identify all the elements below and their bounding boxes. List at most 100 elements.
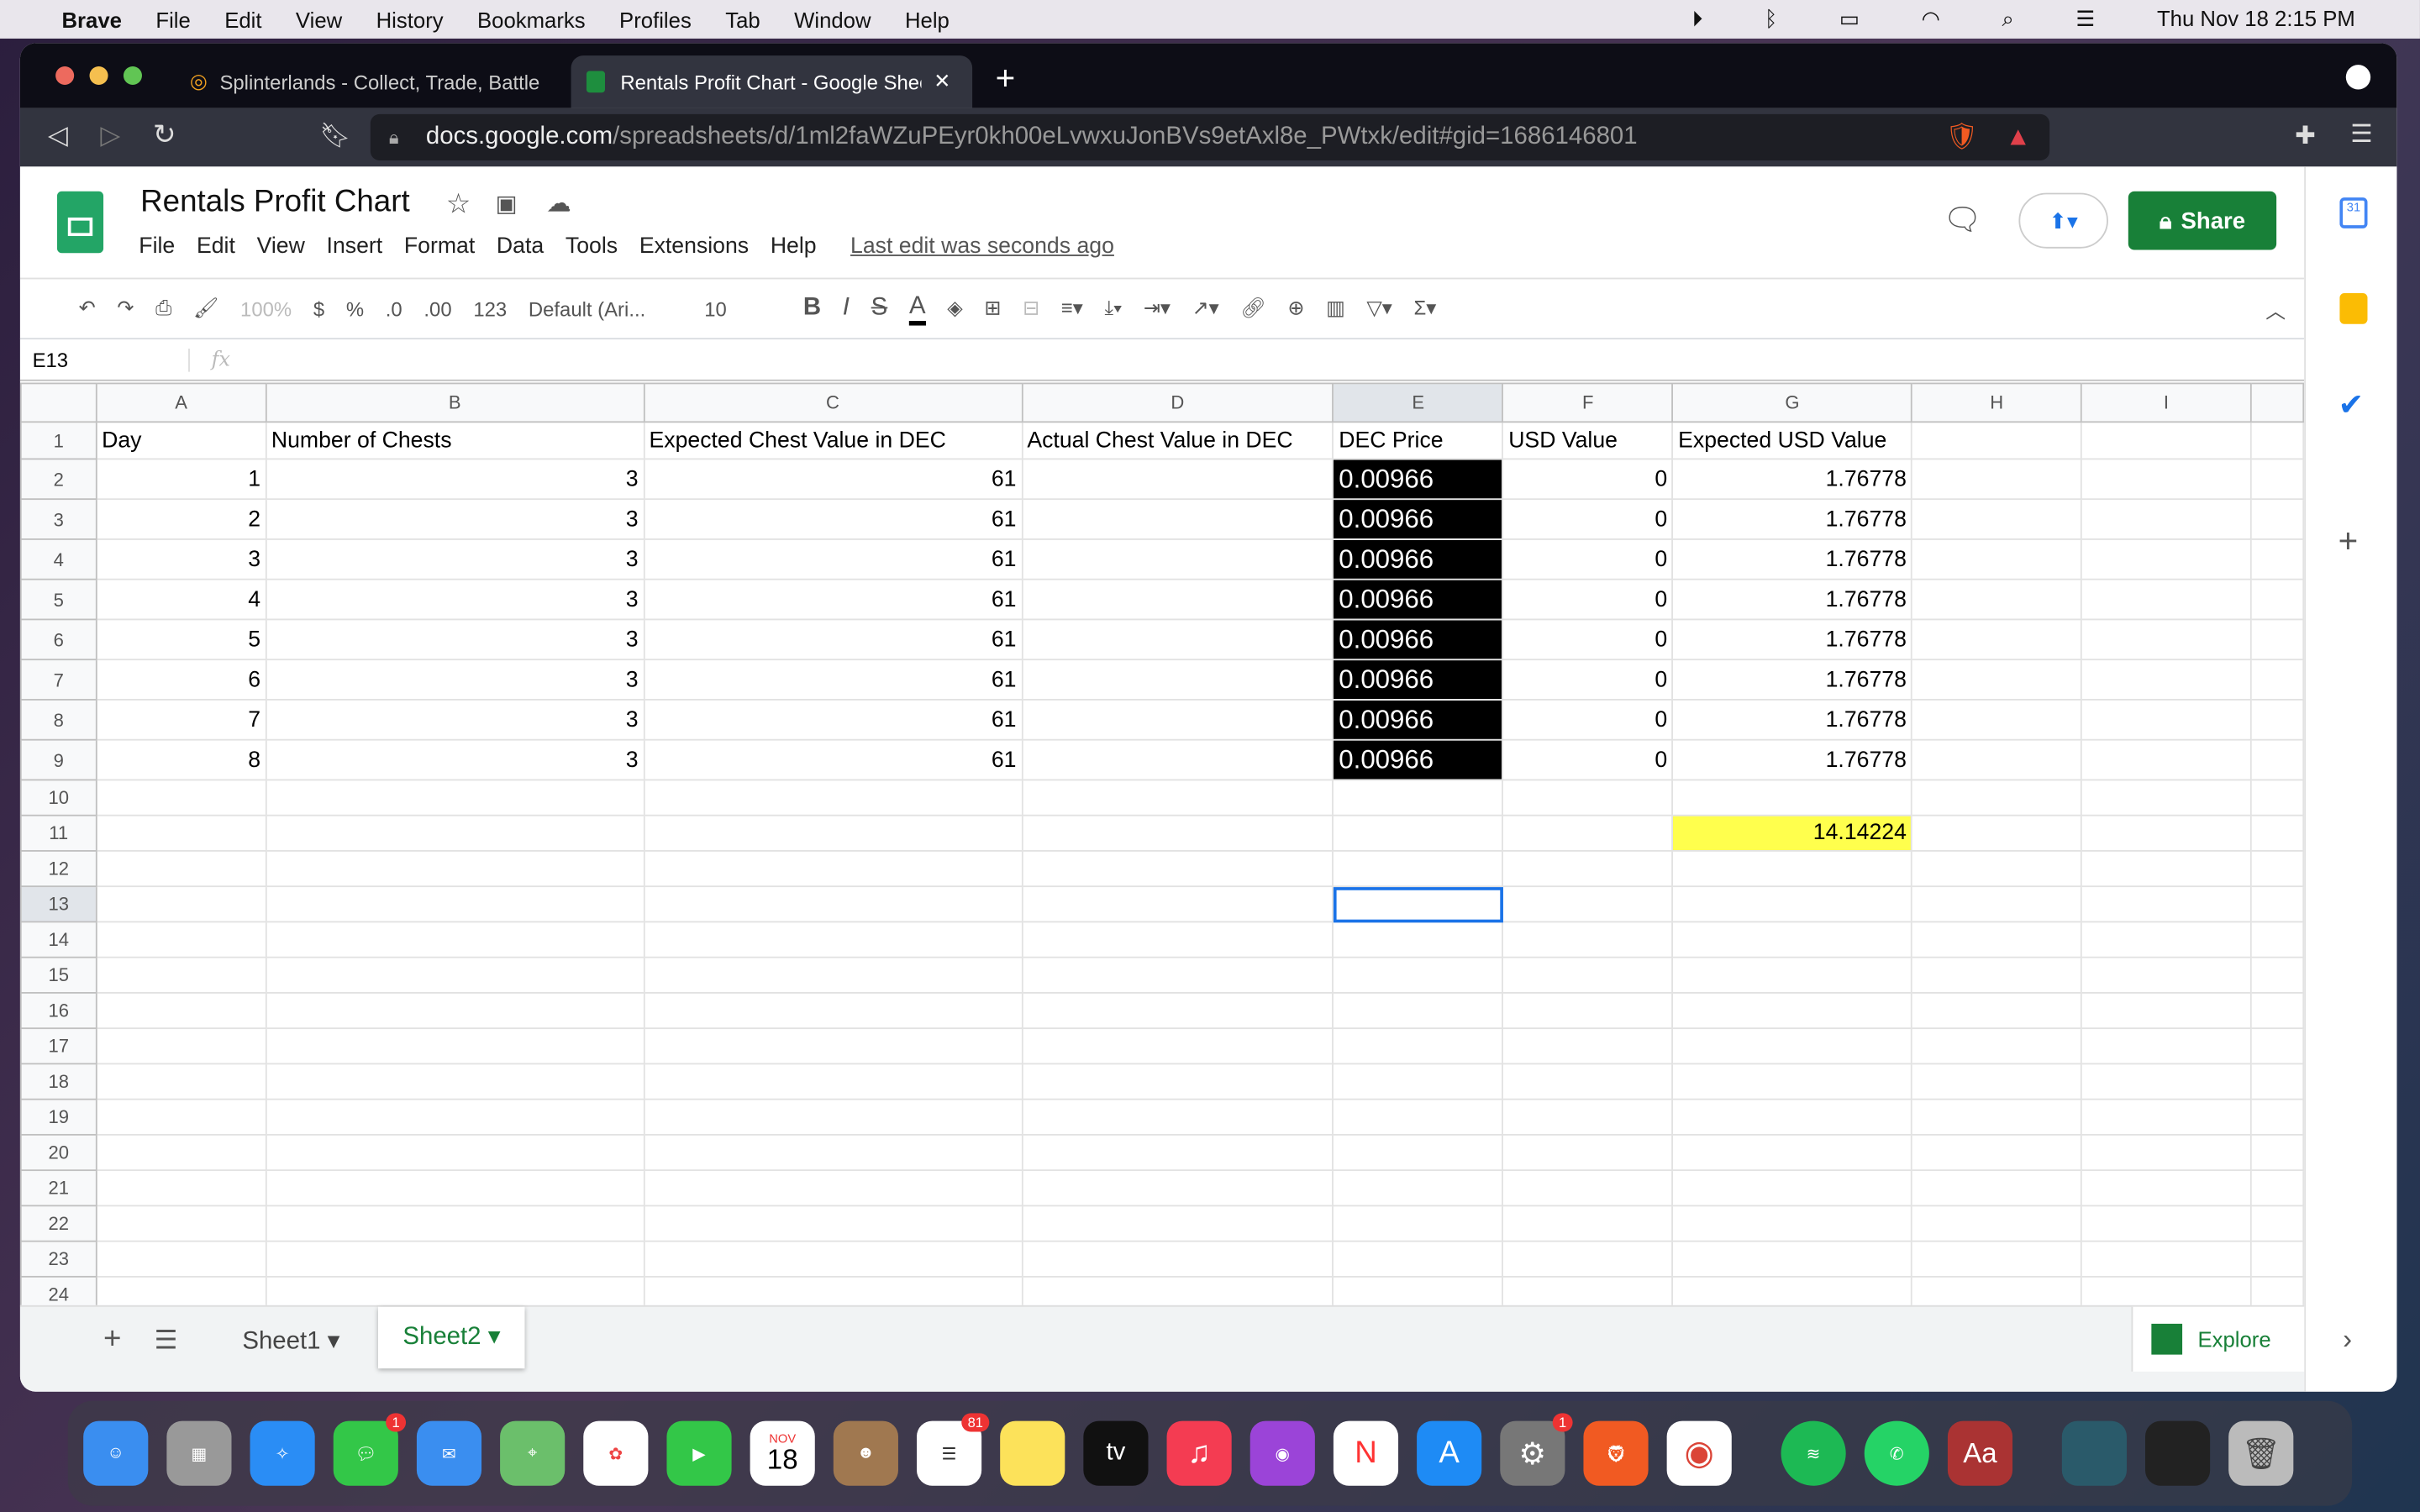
- column-header-C[interactable]: C: [643, 382, 1023, 423]
- cell-D9[interactable]: [1021, 738, 1334, 781]
- cell-I7[interactable]: [2081, 659, 2252, 701]
- sheets-menu-view[interactable]: View: [257, 234, 305, 259]
- brave-rewards-icon[interactable]: ▲: [2005, 122, 2031, 153]
- cell-H22[interactable]: [1911, 1205, 2082, 1242]
- cell-I11[interactable]: [2081, 814, 2252, 852]
- cell-H3[interactable]: [1911, 498, 2082, 540]
- facetime-icon[interactable]: ▶: [666, 1420, 732, 1486]
- cell-A22[interactable]: [95, 1205, 267, 1242]
- cell-B24[interactable]: [265, 1275, 644, 1305]
- tab-splinterlands[interactable]: ◎ Splinterlands - Collect, Trade, Battle: [175, 55, 568, 108]
- clock[interactable]: Thu Nov 18 2:15 PM: [2157, 6, 2355, 32]
- sheet-tab-sheet2[interactable]: Sheet2 ▾: [377, 1306, 525, 1369]
- cell-D2[interactable]: [1021, 458, 1334, 501]
- row-header[interactable]: 4: [19, 538, 97, 580]
- cell-B16[interactable]: [265, 991, 644, 1030]
- cell-A3[interactable]: 2: [95, 498, 267, 540]
- cell-A20[interactable]: [95, 1133, 267, 1172]
- sheets-menu-file[interactable]: File: [139, 234, 175, 259]
- cell-F23[interactable]: [1502, 1240, 1674, 1278]
- sheets-menu-edit[interactable]: Edit: [197, 234, 235, 259]
- scrollbar-track[interactable]: [2249, 1205, 2305, 1242]
- link-icon[interactable]: 🔗︎: [1240, 297, 1265, 321]
- cell-A23[interactable]: [95, 1240, 267, 1278]
- cell-G8[interactable]: 1.76778: [1671, 699, 1913, 741]
- cell-F15[interactable]: [1502, 956, 1674, 994]
- scrollbar-track[interactable]: [2249, 738, 2305, 781]
- cell-B17[interactable]: [265, 1027, 644, 1065]
- apple-tv-icon[interactable]: tv: [1083, 1420, 1149, 1486]
- spotlight-icon[interactable]: ⌕: [2002, 6, 2014, 32]
- cell-H8[interactable]: [1911, 699, 2082, 741]
- cell-G16[interactable]: [1671, 991, 1913, 1030]
- menu-help[interactable]: Help: [905, 7, 950, 31]
- scrollbar-track[interactable]: [2249, 1240, 2305, 1278]
- tasks-icon[interactable]: ✔: [2338, 386, 2365, 424]
- filter-icon[interactable]: ▽▾: [1366, 297, 1392, 321]
- cell-H19[interactable]: [1911, 1098, 2082, 1136]
- row-header[interactable]: 8: [19, 699, 97, 741]
- cell-E18[interactable]: [1332, 1063, 1504, 1100]
- cell-E24[interactable]: [1332, 1275, 1504, 1305]
- cell-E16[interactable]: [1332, 991, 1504, 1030]
- all-sheets-icon[interactable]: ☰: [155, 1326, 178, 1357]
- menu-bookmarks[interactable]: Bookmarks: [477, 7, 586, 31]
- cell-C24[interactable]: [643, 1275, 1023, 1305]
- column-header-H[interactable]: H: [1911, 382, 2082, 423]
- cell-D16[interactable]: [1021, 991, 1334, 1030]
- cell-G19[interactable]: [1671, 1098, 1913, 1136]
- cell-H24[interactable]: [1911, 1275, 2082, 1305]
- cell-E12[interactable]: [1332, 850, 1504, 888]
- cell-B19[interactable]: [265, 1098, 644, 1136]
- cell-B13[interactable]: [265, 885, 644, 923]
- cell-A12[interactable]: [95, 850, 267, 888]
- cell-A14[interactable]: [95, 921, 267, 958]
- cell-I2[interactable]: [2081, 458, 2252, 501]
- cell-A21[interactable]: [95, 1169, 267, 1207]
- scrollbar-track[interactable]: [2249, 921, 2305, 958]
- cell-I3[interactable]: [2081, 498, 2252, 540]
- cell-B8[interactable]: 3: [265, 699, 644, 741]
- increase-decimal-button[interactable]: .00: [424, 297, 451, 321]
- cell-D10[interactable]: [1021, 779, 1334, 816]
- cell-E22[interactable]: [1332, 1205, 1504, 1242]
- cell-C20[interactable]: [643, 1133, 1023, 1172]
- scrollbar-track[interactable]: [2249, 1275, 2305, 1305]
- cell-F12[interactable]: [1502, 850, 1674, 888]
- sheet-tab-sheet1[interactable]: Sheet1 ▾: [221, 1316, 362, 1368]
- maps-icon[interactable]: ⌖: [500, 1420, 566, 1486]
- spreadsheet-grid[interactable]: A B C D E F G H I 1 Day Number of Chests Expected Ch…: [19, 382, 2305, 1305]
- cell-E9[interactable]: 0.00966: [1332, 738, 1504, 781]
- scrollbar-track[interactable]: [2249, 1063, 2305, 1100]
- currency-button[interactable]: $: [313, 297, 324, 321]
- align-icon[interactable]: ≡▾: [1061, 297, 1083, 321]
- cell-E5[interactable]: 0.00966: [1332, 578, 1504, 621]
- row-header[interactable]: 10: [19, 779, 97, 816]
- cell-A2[interactable]: 1: [95, 458, 267, 501]
- cell-F1[interactable]: USD Value: [1502, 421, 1674, 460]
- cell-B3[interactable]: 3: [265, 498, 644, 540]
- cell-D3[interactable]: [1021, 498, 1334, 540]
- text-rotate-icon[interactable]: ↗▾: [1192, 297, 1219, 321]
- recent-window-thumbnail[interactable]: [2061, 1420, 2127, 1486]
- menu-edit[interactable]: Edit: [224, 7, 261, 31]
- cell-D23[interactable]: [1021, 1240, 1334, 1278]
- cell-C4[interactable]: 61: [643, 538, 1023, 580]
- cell-H10[interactable]: [1911, 779, 2082, 816]
- cell-B18[interactable]: [265, 1063, 644, 1100]
- cell-B6[interactable]: 3: [265, 618, 644, 661]
- cell-F22[interactable]: [1502, 1205, 1674, 1242]
- vertical-scrollbar[interactable]: [2249, 382, 2305, 423]
- browser-menu-icon[interactable]: ☰: [2350, 118, 2372, 150]
- text-wrap-icon[interactable]: ⇥▾: [1144, 297, 1171, 321]
- cell-I4[interactable]: [2081, 538, 2252, 580]
- cell-B20[interactable]: [265, 1133, 644, 1172]
- sheets-menu-extensions[interactable]: Extensions: [639, 234, 749, 259]
- row-header[interactable]: 9: [19, 738, 97, 781]
- cell-D4[interactable]: [1021, 538, 1334, 580]
- row-header[interactable]: 11: [19, 814, 97, 852]
- cell-I9[interactable]: [2081, 738, 2252, 781]
- redo-icon[interactable]: ↷: [117, 297, 134, 321]
- row-header[interactable]: 2: [19, 458, 97, 501]
- cell-G2[interactable]: 1.76778: [1671, 458, 1913, 501]
